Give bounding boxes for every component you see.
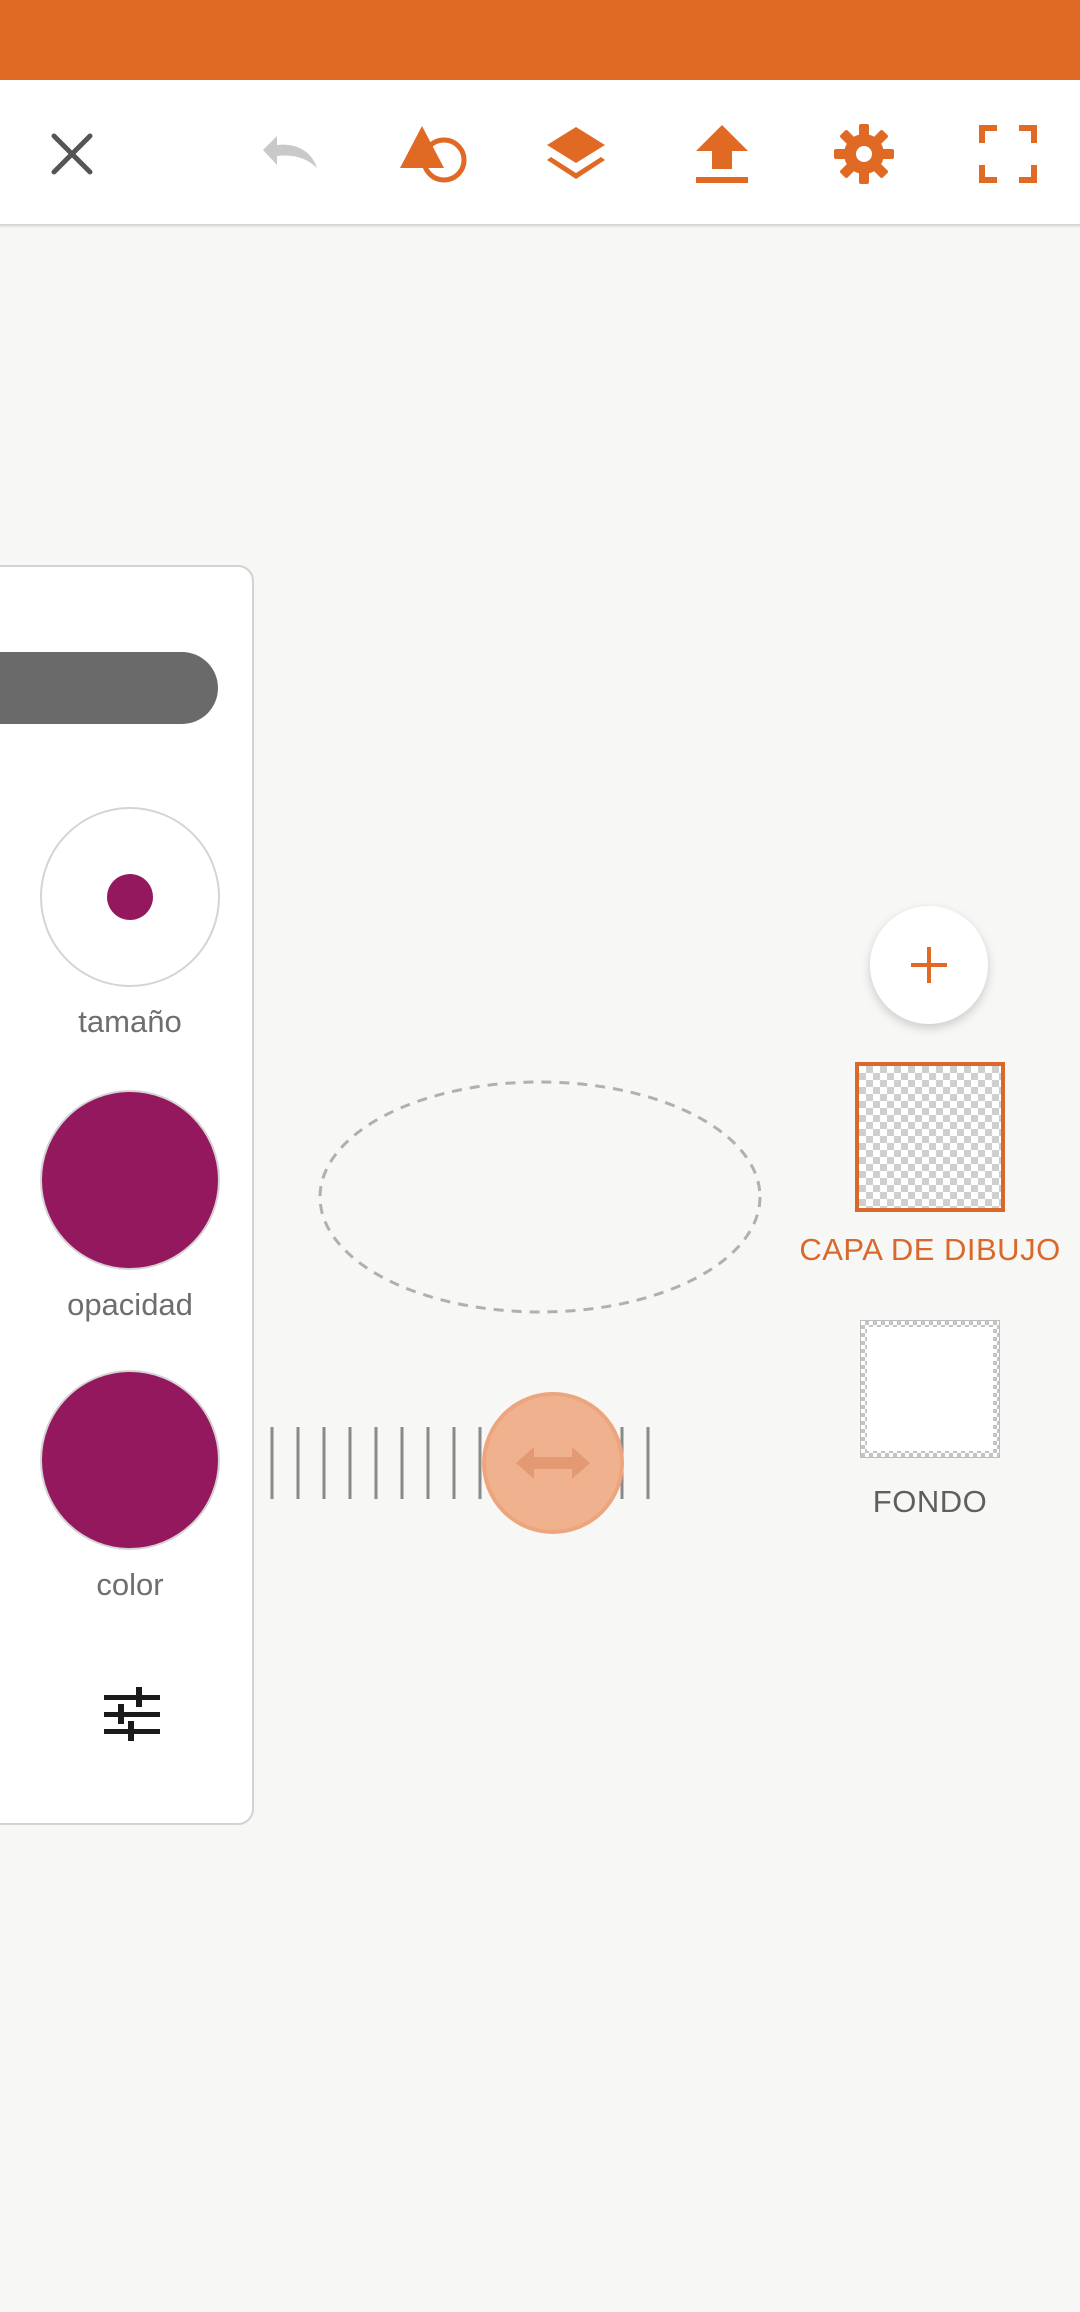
sliders-icon[interactable] xyxy=(100,1683,164,1747)
layer-thumbnail-background[interactable] xyxy=(860,1320,1000,1458)
layer-thumbnail-drawing[interactable] xyxy=(855,1062,1005,1212)
brush-size-label: tamaño xyxy=(78,1004,182,1039)
close-icon xyxy=(51,133,93,175)
export-button[interactable] xyxy=(682,114,762,194)
add-layer-button[interactable] xyxy=(870,906,988,1024)
undo-button[interactable] xyxy=(248,114,328,194)
gear-icon xyxy=(834,124,894,184)
close-button[interactable] xyxy=(32,114,112,194)
brush-preview-ellipse xyxy=(318,1080,762,1314)
brush-color-label: color xyxy=(96,1567,164,1602)
shape-tool-icon xyxy=(400,126,467,183)
upload-icon xyxy=(696,125,748,183)
shapes-button[interactable] xyxy=(394,114,474,194)
plus-icon xyxy=(911,947,947,983)
horizontal-arrows-icon xyxy=(516,1447,590,1479)
top-toolbar xyxy=(0,80,1080,226)
fullscreen-button[interactable] xyxy=(968,114,1048,194)
brush-size-dot xyxy=(107,874,153,920)
layer-label-drawing: CAPA DE DIBUJO xyxy=(799,1232,1061,1267)
brush-opacity-label: opacidad xyxy=(67,1287,193,1322)
status-bar xyxy=(0,0,1080,80)
brush-color-swatch[interactable] xyxy=(40,1370,220,1550)
undo-icon xyxy=(263,136,317,168)
brush-panel: tamaño opacidad color xyxy=(0,565,254,1825)
brush-size-swatch[interactable] xyxy=(40,807,220,987)
layers-icon xyxy=(547,127,605,179)
layer-label-background: FONDO xyxy=(872,1484,988,1519)
brush-selector[interactable] xyxy=(0,652,218,724)
fullscreen-icon xyxy=(979,125,1037,183)
dial-handle[interactable] xyxy=(482,1392,624,1534)
brush-opacity-swatch[interactable] xyxy=(40,1090,220,1270)
settings-button[interactable] xyxy=(824,114,904,194)
layers-button[interactable] xyxy=(536,114,616,194)
